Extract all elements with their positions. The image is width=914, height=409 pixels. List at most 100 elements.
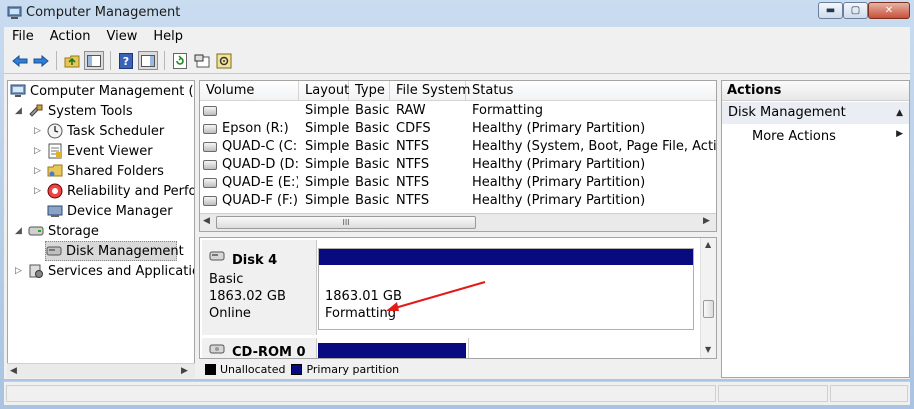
computer-management-icon [7, 6, 22, 19]
cell-volume: Epson (R:) [222, 121, 289, 136]
status-segment [6, 385, 716, 402]
volume-row[interactable]: QUAD-D (D:) Simple Basic NTFS Healthy (Prima… [200, 156, 716, 174]
show-hide-action-pane-icon [141, 54, 155, 67]
cell-layout: Simple [305, 193, 349, 208]
cell-type: Basic [355, 175, 390, 190]
menu-help[interactable]: Help [145, 27, 191, 47]
up-one-level-button[interactable] [62, 51, 82, 70]
tree-label: Disk Management [66, 243, 184, 259]
menu-file[interactable]: File [4, 27, 42, 47]
device-manager-icon [47, 203, 63, 219]
volume-row[interactable]: QUAD-F (F:) Simple Basic NTFS Healthy (Prima… [200, 192, 716, 210]
column-header-status[interactable]: Status [466, 81, 716, 101]
tree-item-reliability[interactable]: ▷ Reliability and Performance [33, 181, 195, 201]
tree-item-computer-management[interactable]: Computer Management (Local) [10, 81, 194, 101]
status-segment [718, 385, 828, 402]
back-button[interactable] [10, 51, 30, 70]
scroll-right-icon[interactable]: ▶ [181, 366, 188, 376]
actions-pane: Actions Disk Management ▲ More Actions ▶ [721, 80, 910, 378]
tree-item-storage[interactable]: ◢ Storage [14, 221, 99, 241]
reliability-monitor-icon [47, 183, 63, 199]
volume-row[interactable]: QUAD-C (C:) Simple Basic NTFS Healthy (Syste… [200, 138, 716, 156]
tree-item-device-manager[interactable]: Device Manager [47, 201, 173, 221]
volume-list: Volume Layout Type File System Status Si… [199, 80, 717, 232]
cell-status: Healthy (Primary Partition) [472, 121, 646, 136]
volume-row[interactable]: Simple Basic RAW Formatting [200, 102, 716, 120]
show-hide-tree-button[interactable] [84, 51, 104, 70]
help-button[interactable]: ? [116, 51, 136, 70]
disk-4-partition[interactable]: 1863.01 GB Formatting [318, 248, 694, 330]
cell-volume: QUAD-C (C:) [222, 139, 298, 154]
menu-view[interactable]: View [98, 27, 145, 47]
more-actions-item[interactable]: More Actions [752, 127, 836, 147]
tree-item-event-viewer[interactable]: ▷ Event Viewer [33, 141, 153, 161]
column-header-file-system[interactable]: File System [390, 81, 470, 101]
actions-section-disk-management[interactable]: Disk Management ▲ [722, 102, 909, 124]
tree-horizontal-scrollbar[interactable]: ◀ ▶ [7, 363, 195, 378]
volume-row[interactable]: QUAD-E (E:) Simple Basic NTFS Healthy (Prima… [200, 174, 716, 192]
disk-size: 1863.02 GB [209, 289, 286, 304]
settings-button[interactable] [214, 51, 234, 70]
maximize-button[interactable]: ▢ [843, 2, 868, 19]
tree-label: Reliability and Performance [67, 183, 195, 199]
show-hide-action-pane-button[interactable] [138, 51, 158, 70]
scroll-thumb[interactable] [703, 300, 714, 318]
tree-item-shared-folders[interactable]: ▷ Shared Folders [33, 161, 164, 181]
collapse-up-icon[interactable]: ▲ [896, 102, 903, 124]
cell-file-system: NTFS [396, 175, 430, 190]
refresh-button[interactable] [170, 51, 190, 70]
collapsed-triangle-icon[interactable]: ▷ [33, 166, 42, 176]
legend-unallocated: Unallocated [220, 362, 286, 376]
scroll-right-icon[interactable]: ▶ [703, 216, 710, 226]
scroll-thumb[interactable]: III [216, 216, 476, 229]
forward-button[interactable] [31, 51, 51, 70]
help-icon: ? [119, 52, 133, 69]
minimize-button[interactable]: ▬ [818, 2, 843, 19]
cdrom-empty-area [468, 338, 694, 358]
scroll-left-icon[interactable]: ◀ [10, 366, 17, 376]
menu-action[interactable]: Action [42, 27, 99, 47]
column-header-layout[interactable]: Layout [299, 81, 349, 101]
tree-label: Task Scheduler [67, 123, 165, 139]
cell-type: Basic [355, 103, 390, 118]
close-button[interactable]: ✕ [868, 2, 910, 19]
cell-layout: Simple [305, 175, 349, 190]
cdrom-partition-bar[interactable] [318, 343, 466, 358]
tree-item-disk-management[interactable]: Disk Management [45, 241, 184, 261]
tree-label: Device Manager [67, 203, 173, 219]
volume-drive-icon [203, 142, 217, 152]
collapsed-triangle-icon[interactable]: ▷ [33, 186, 42, 196]
expanded-triangle-icon[interactable]: ◢ [14, 226, 23, 236]
cell-file-system: NTFS [396, 157, 430, 172]
expanded-triangle-icon[interactable]: ◢ [14, 106, 23, 116]
volume-list-header: Volume Layout Type File System Status [200, 81, 716, 101]
column-header-volume[interactable]: Volume [200, 81, 299, 101]
disk-view-vertical-scrollbar[interactable]: ▲ ▼ [700, 238, 716, 358]
cell-layout: Simple [305, 157, 349, 172]
cdrom-0-info[interactable]: CD-ROM 0 [202, 338, 317, 358]
collapsed-triangle-icon[interactable]: ▷ [33, 126, 42, 136]
collapsed-triangle-icon[interactable]: ▷ [14, 266, 23, 276]
tree-item-system-tools[interactable]: ◢ System Tools [14, 101, 133, 121]
column-header-type[interactable]: Type [349, 81, 390, 101]
scroll-left-icon[interactable]: ◀ [203, 216, 210, 226]
tree-item-services-applications[interactable]: ▷ Services and Applications [14, 261, 194, 281]
volume-list-horizontal-scrollbar[interactable]: ◀ III ▶ [200, 213, 716, 231]
properties-button[interactable] [192, 51, 212, 70]
show-hide-tree-icon [87, 54, 101, 67]
scroll-up-icon[interactable]: ▲ [705, 240, 711, 249]
annotation-arrow [386, 280, 486, 312]
tree-label: Shared Folders [67, 163, 164, 179]
disk-graphical-view: Disk 4 Basic 1863.02 GB Online 1863.01 G… [199, 237, 717, 359]
scroll-down-icon[interactable]: ▼ [705, 345, 711, 354]
volume-row[interactable]: Epson (R:) Simple Basic CDFS Healthy (Primar… [200, 120, 716, 138]
tree-label: Computer Management (Local) [30, 83, 194, 99]
cell-type: Basic [355, 157, 390, 172]
volume-drive-icon [203, 160, 217, 170]
tree-item-task-scheduler[interactable]: ▷ Task Scheduler [33, 121, 164, 141]
tree-label: Storage [48, 223, 99, 239]
collapsed-triangle-icon[interactable]: ▷ [33, 146, 42, 156]
cell-type: Basic [355, 121, 390, 136]
disk-4-info[interactable]: Disk 4 Basic 1863.02 GB Online [202, 240, 317, 335]
cell-status: Healthy (Primary Partition) [472, 193, 646, 208]
